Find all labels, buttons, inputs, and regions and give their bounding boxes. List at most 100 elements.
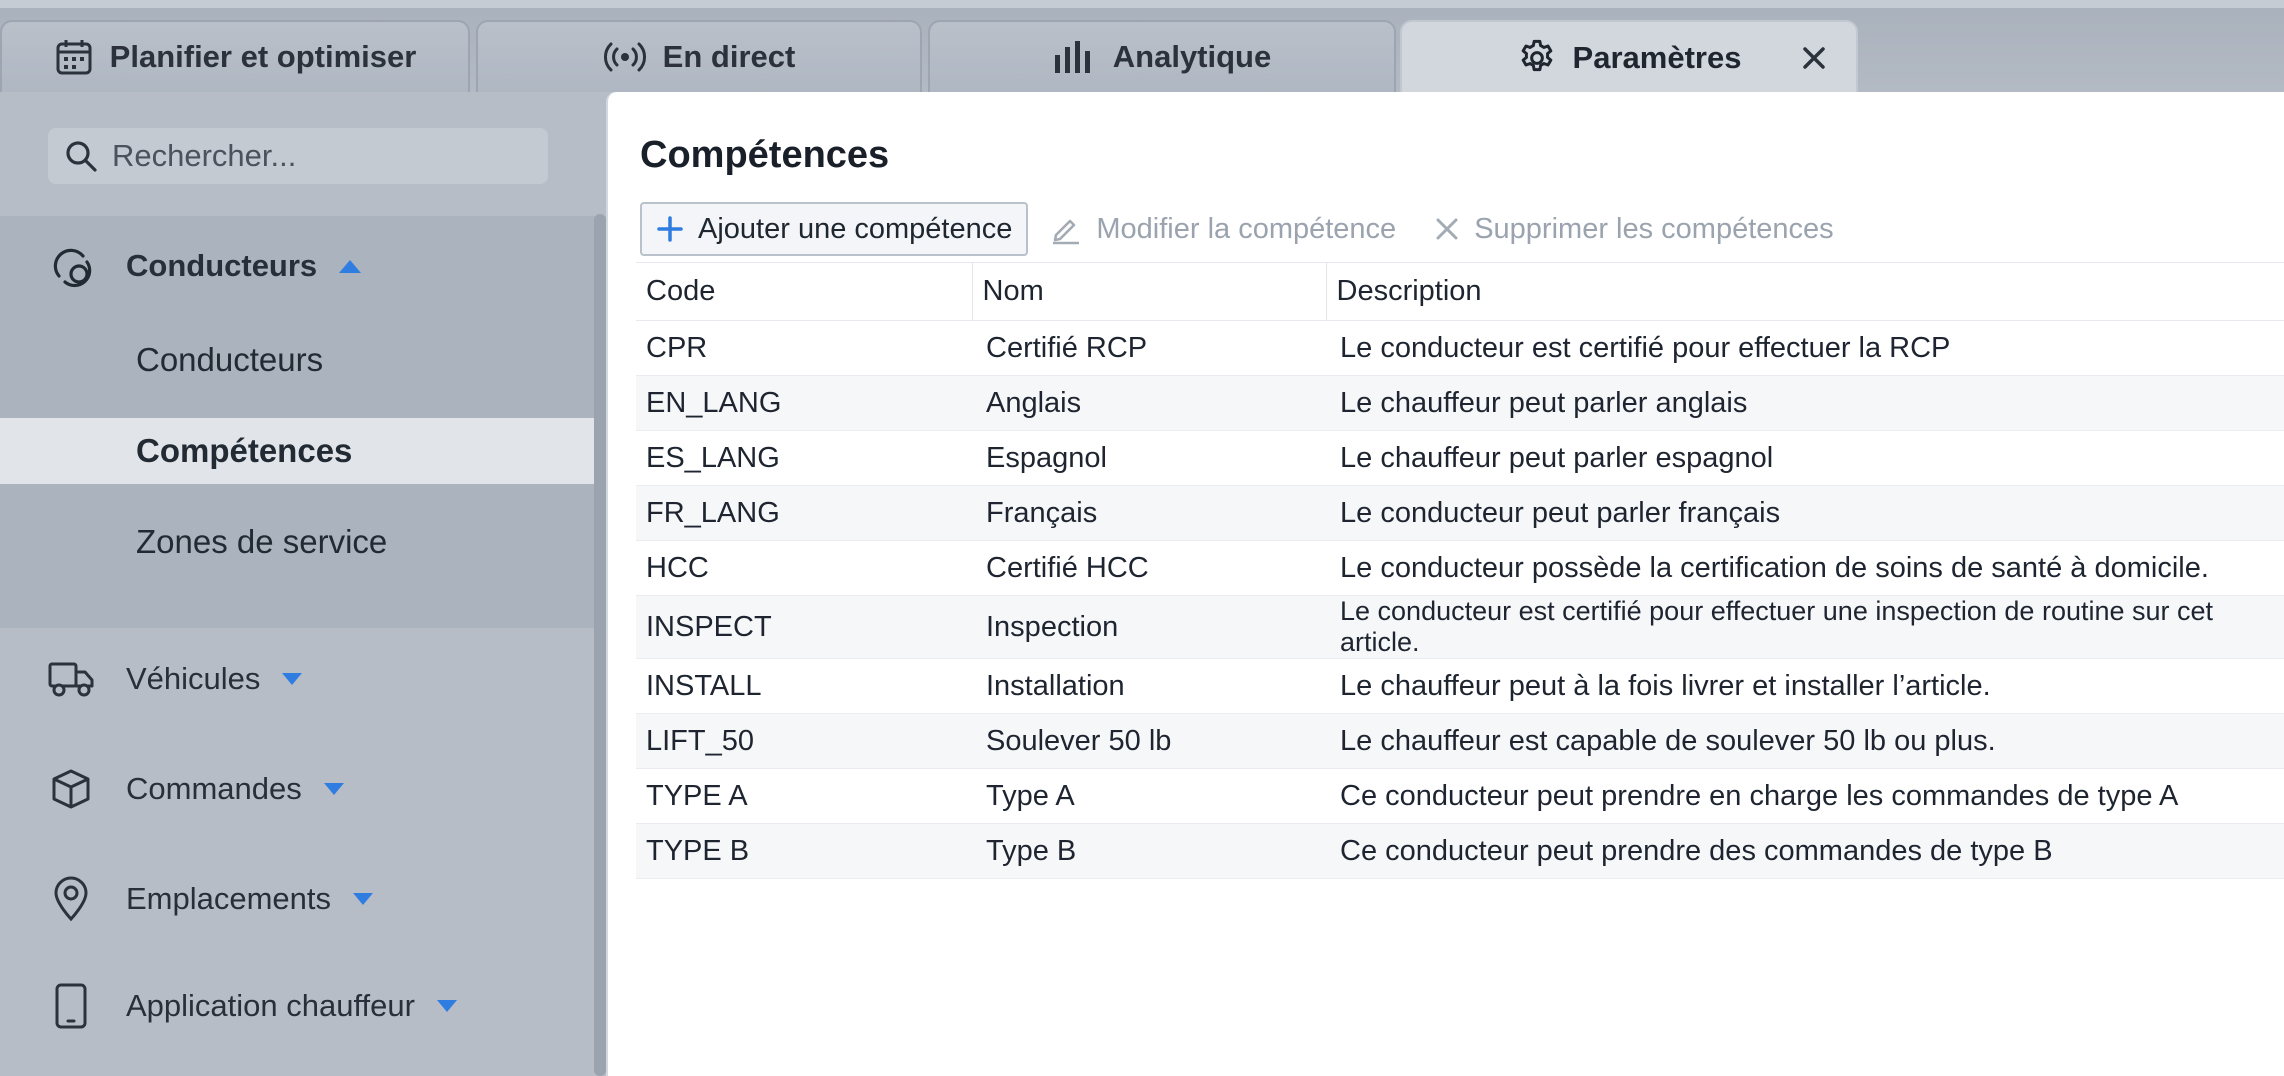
table-row[interactable]: FR_LANG Français Le conducteur peut parl… [636, 485, 2284, 541]
caret-down-icon [351, 891, 375, 907]
cell-name: Français [972, 485, 1326, 541]
nav-group-orders[interactable]: Commandes [46, 768, 346, 810]
gear-icon [1517, 38, 1557, 78]
caret-up-icon [337, 257, 363, 275]
delete-skills-label: Supprimer les compétences [1474, 212, 1834, 245]
column-header-name[interactable]: Nom [972, 262, 1327, 321]
tab-label: Analytique [1112, 39, 1272, 74]
sidebar-item-service-zones[interactable]: Zones de service [0, 509, 606, 575]
mobile-icon [46, 982, 96, 1030]
column-header-code[interactable]: Code [636, 262, 973, 321]
sidebar-item-label: Conducteurs [136, 341, 324, 378]
tab-settings[interactable]: Paramètres [1400, 20, 1858, 94]
cell-code: TYPE B [636, 823, 972, 879]
cell-description: Le conducteur peut parler français [1326, 485, 2284, 541]
add-skill-label: Ajouter une compétence [698, 212, 1013, 245]
tab-bar: Planifier et optimiser En direct Analyti… [0, 0, 2284, 94]
table-row[interactable]: INSPECT Inspection Le conducteur est cer… [636, 595, 2284, 659]
table-row[interactable]: HCC Certifié HCC Le conducteur possède l… [636, 540, 2284, 596]
cell-name: Espagnol [972, 430, 1326, 486]
caret-down-icon [322, 781, 346, 797]
nav-group-label: Emplacements [126, 881, 332, 916]
column-header-description[interactable]: Description [1326, 262, 2284, 321]
caret-down-icon [435, 998, 459, 1014]
tab-bar-top-strip [0, 0, 2284, 8]
cell-description: Le chauffeur est capable de soulever 50 … [1326, 713, 2284, 769]
cell-description: Le chauffeur peut à la fois livrer et in… [1326, 658, 2284, 714]
calendar-icon [54, 37, 94, 77]
add-skill-button[interactable]: Ajouter une compétence [640, 202, 1029, 256]
table-header-row: Code Nom Description [636, 262, 2284, 321]
edit-skill-button[interactable]: Modifier la compétence [1034, 202, 1412, 256]
cell-description: Le conducteur est certifié pour effectue… [1326, 595, 2284, 659]
page-title: Compétences [640, 134, 890, 176]
nav-group-label: Conducteurs [126, 248, 318, 283]
cell-description: Ce conducteur peut prendre en charge les… [1326, 768, 2284, 824]
cell-code: TYPE A [636, 768, 972, 824]
table-row[interactable]: INSTALL Installation Le chauffeur peut à… [636, 658, 2284, 714]
tab-analytics[interactable]: Analytique [928, 20, 1396, 92]
bar-chart-icon [1053, 39, 1097, 75]
edit-skill-label: Modifier la compétence [1096, 212, 1397, 245]
table-row[interactable]: TYPE A Type A Ce conducteur peut prendre… [636, 768, 2284, 824]
cell-name: Soulever 50 lb [972, 713, 1326, 769]
table-row[interactable]: CPR Certifié RCP Le conducteur est certi… [636, 320, 2284, 376]
cell-description: Le conducteur possède la certification d… [1326, 540, 2284, 596]
tab-live[interactable]: En direct [476, 20, 922, 92]
tab-label: Paramètres [1572, 40, 1742, 75]
search-icon [64, 139, 98, 173]
sidebar: Conducteurs Conducteurs Compétences Zone… [0, 92, 606, 1076]
cell-description: Le conducteur est certifié pour effectue… [1326, 320, 2284, 376]
cell-name: Certifié RCP [972, 320, 1326, 376]
truck-icon [46, 660, 96, 698]
cell-code: INSTALL [636, 658, 972, 714]
cell-name: Type B [972, 823, 1326, 879]
cell-name: Inspection [972, 595, 1326, 659]
driver-icon [48, 244, 98, 288]
search-box[interactable] [48, 128, 548, 184]
nav-group-vehicles[interactable]: Véhicules [46, 660, 304, 698]
toolbar: Ajouter une compétence Modifier la compé… [640, 202, 1850, 256]
sidebar-item-skills[interactable]: Compétences [0, 418, 604, 484]
cell-name: Certifié HCC [972, 540, 1326, 596]
caret-down-icon [280, 671, 304, 687]
location-pin-icon [46, 876, 96, 922]
cell-name: Type A [972, 768, 1326, 824]
cell-code: ES_LANG [636, 430, 972, 486]
cell-code: FR_LANG [636, 485, 972, 541]
sidebar-item-label: Zones de service [136, 523, 388, 560]
package-icon [46, 768, 96, 810]
nav-group-label: Commandes [126, 771, 302, 806]
tab-label: Planifier et optimiser [109, 39, 417, 74]
sidebar-item-drivers[interactable]: Conducteurs [0, 327, 606, 393]
table-row[interactable]: EN_LANG Anglais Le chauffeur peut parler… [636, 375, 2284, 431]
cell-code: HCC [636, 540, 972, 596]
cell-code: LIFT_50 [636, 713, 972, 769]
sidebar-scrollbar[interactable] [594, 214, 606, 1076]
broadcast-icon [603, 39, 647, 75]
skills-table: Code Nom Description CPR Certifié RCP Le… [636, 262, 2284, 879]
nav-group-drivers[interactable]: Conducteurs [48, 244, 363, 288]
tab-plan-optimize[interactable]: Planifier et optimiser [0, 20, 470, 92]
sidebar-item-label: Compétences [136, 432, 353, 469]
tab-label: En direct [662, 39, 796, 74]
cell-name: Installation [972, 658, 1326, 714]
cell-code: EN_LANG [636, 375, 972, 431]
nav-group-locations[interactable]: Emplacements [46, 876, 375, 922]
delete-skills-button[interactable]: Supprimer les compétences [1418, 202, 1849, 256]
nav-group-label: Application chauffeur [126, 988, 415, 1023]
cell-description: Le chauffeur peut parler espagnol [1326, 430, 2284, 486]
pencil-icon [1050, 213, 1082, 245]
close-icon[interactable] [1798, 42, 1830, 74]
nav-group-driver-app[interactable]: Application chauffeur [46, 982, 459, 1030]
nav-group-label: Véhicules [126, 661, 261, 696]
table-row[interactable]: TYPE B Type B Ce conducteur peut prendre… [636, 823, 2284, 879]
x-icon [1434, 216, 1460, 242]
cell-code: CPR [636, 320, 972, 376]
search-input[interactable] [112, 138, 532, 174]
table-row[interactable]: LIFT_50 Soulever 50 lb Le chauffeur est … [636, 713, 2284, 769]
cell-name: Anglais [972, 375, 1326, 431]
table-row[interactable]: ES_LANG Espagnol Le chauffeur peut parle… [636, 430, 2284, 486]
cell-description: Le chauffeur peut parler anglais [1326, 375, 2284, 431]
cell-description: Ce conducteur peut prendre des commandes… [1326, 823, 2284, 879]
